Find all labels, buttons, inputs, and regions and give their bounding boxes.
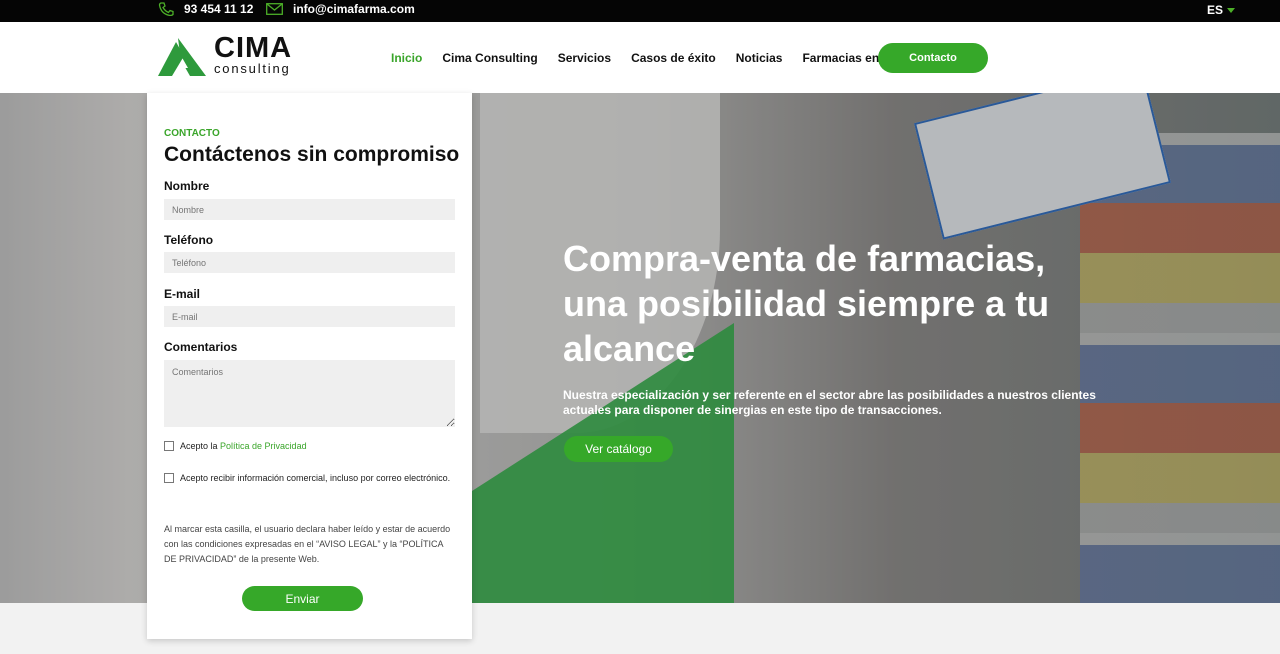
form-title: Contáctenos sin compromiso [164, 143, 460, 166]
nav-servicios[interactable]: Servicios [558, 51, 611, 65]
catalog-button[interactable]: Ver catálogo [564, 436, 673, 462]
email-address: info@cimafarma.com [293, 2, 415, 16]
email-input[interactable] [164, 306, 455, 327]
phone-number: 93 454 11 12 [184, 2, 254, 16]
topbar-phone[interactable]: 93 454 11 12 [158, 2, 253, 16]
logo-triangle-icon [158, 34, 206, 76]
telefono-label: Teléfono [164, 233, 214, 247]
form-eyebrow: CONTACTO [164, 128, 220, 139]
contact-button[interactable]: Contacto [878, 43, 988, 73]
hero-title: Compra-venta de farmacias, una posibilid… [563, 238, 1050, 369]
nombre-label: Nombre [164, 179, 210, 193]
hero-lead: Nuestra especialización y ser referente … [563, 388, 1096, 417]
submit-button[interactable]: Enviar [242, 586, 363, 611]
caret-down-icon [1227, 7, 1236, 13]
topbar-email[interactable]: info@cimafarma.com [266, 2, 415, 16]
comentarios-label: Comentarios [164, 340, 238, 354]
telefono-input[interactable] [164, 252, 455, 273]
logo[interactable]: CIMA consulting [158, 34, 292, 76]
nav-inicio[interactable]: Inicio [391, 51, 422, 65]
contact-form-card: CONTACTO Contáctenos sin compromiso Nomb… [147, 93, 472, 639]
legal-disclaimer: Al marcar esta casilla, el usuario decla… [164, 524, 451, 564]
language-label: ES [1207, 3, 1224, 17]
language-selector[interactable]: ES [1207, 3, 1236, 17]
site-header: CIMA consulting Inicio Cima Consulting S… [0, 22, 1280, 93]
commercial-checkbox[interactable] [164, 473, 174, 483]
privacy-checkbox-row: Acepto la Política de Privacidad [164, 439, 307, 454]
commercial-label: Acepto recibir información comercial, in… [180, 473, 451, 483]
logo-subtitle: consulting [214, 61, 291, 76]
comentarios-textarea[interactable] [164, 360, 455, 427]
main-nav: Inicio Cima Consulting Servicios Casos d… [391, 51, 914, 65]
nav-noticias[interactable]: Noticias [736, 51, 783, 65]
commercial-checkbox-row: Acepto recibir información comercial, in… [164, 471, 454, 486]
privacy-checkbox[interactable] [164, 441, 174, 451]
privacy-prefix: Acepto la [180, 441, 221, 451]
privacy-policy-link[interactable]: Política de Privacidad [220, 441, 307, 451]
top-bar: 93 454 11 12 info@cimafarma.com ES [0, 0, 1280, 22]
phone-icon [158, 2, 174, 16]
email-label: E-mail [164, 287, 201, 301]
nav-casos-de-exito[interactable]: Casos de éxito [631, 51, 716, 65]
logo-title: CIMA [214, 32, 293, 64]
nav-cima-consulting[interactable]: Cima Consulting [442, 51, 537, 65]
mail-icon [266, 3, 283, 15]
nombre-input[interactable] [164, 199, 455, 220]
